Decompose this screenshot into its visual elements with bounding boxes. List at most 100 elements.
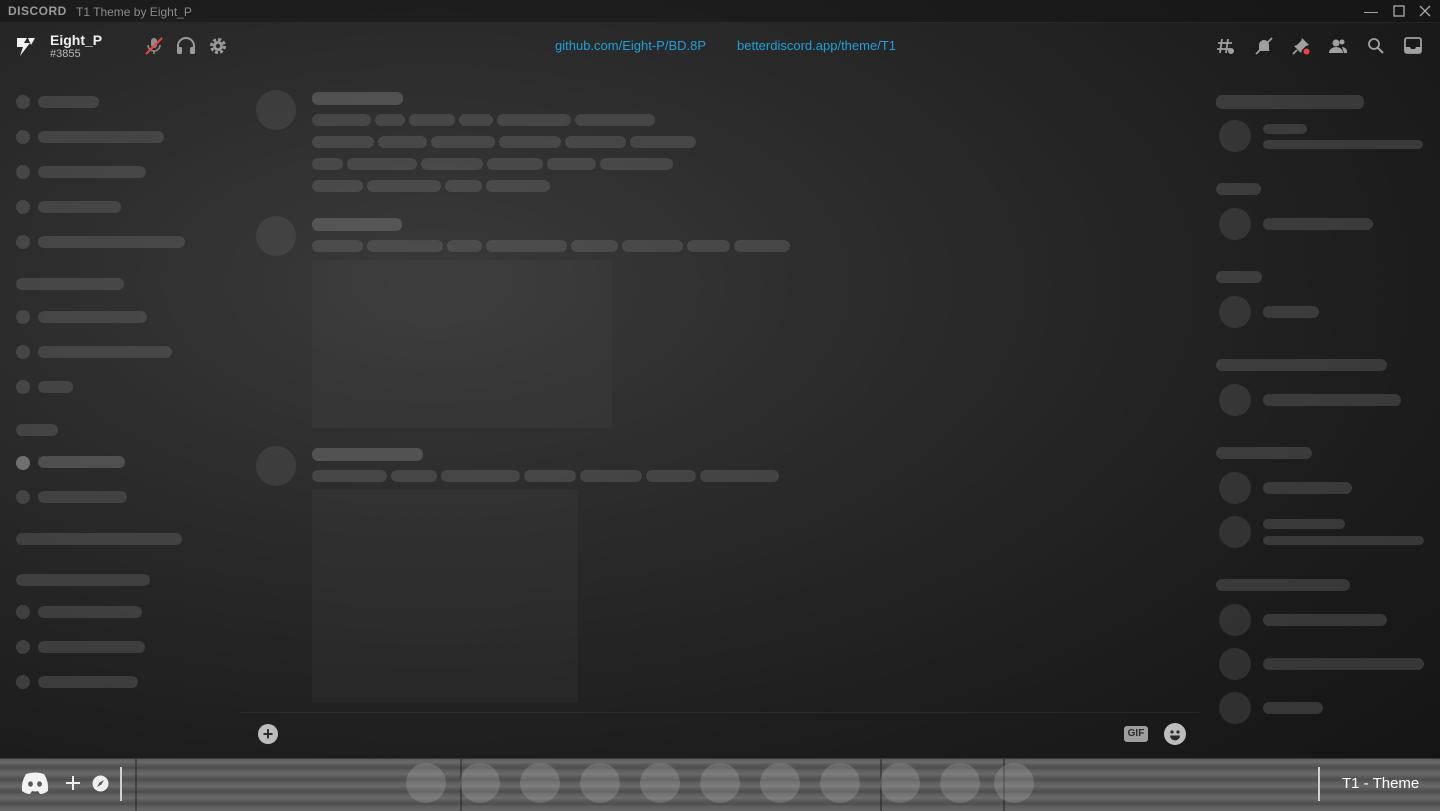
member-avatar[interactable] xyxy=(1219,208,1251,240)
title-bar: DISCORD T1 Theme by Eight_P — xyxy=(0,0,1440,23)
server-icon[interactable] xyxy=(520,763,560,803)
server-icon[interactable] xyxy=(406,763,446,803)
headphones-icon[interactable] xyxy=(175,35,197,57)
guild-separator xyxy=(120,767,122,801)
channel-placeholder[interactable] xyxy=(38,381,73,393)
channel-placeholder[interactable] xyxy=(38,676,138,688)
message-author-placeholder[interactable] xyxy=(312,448,423,461)
member-status-placeholder xyxy=(1263,140,1423,149)
mute-microphone-icon[interactable] xyxy=(143,35,165,57)
server-icon[interactable] xyxy=(700,763,740,803)
message-author-placeholder[interactable] xyxy=(312,92,403,105)
chat-input-divider xyxy=(240,712,1200,713)
channel-placeholder[interactable] xyxy=(38,491,127,503)
member-name-placeholder[interactable] xyxy=(1263,306,1319,318)
channel-icon xyxy=(16,345,30,359)
category-placeholder[interactable] xyxy=(16,574,150,586)
pin-icon[interactable] xyxy=(1291,36,1313,58)
channel-icon xyxy=(16,456,30,470)
server-icon[interactable] xyxy=(760,763,800,803)
channel-placeholder[interactable] xyxy=(38,641,145,653)
server-icon[interactable] xyxy=(580,763,620,803)
member-name-placeholder[interactable] xyxy=(1263,124,1307,134)
member-name-placeholder[interactable] xyxy=(1263,614,1387,626)
gear-icon[interactable] xyxy=(207,35,229,57)
channel-placeholder[interactable] xyxy=(38,166,146,178)
member-name-placeholder[interactable] xyxy=(1263,482,1352,494)
member-name-placeholder[interactable] xyxy=(1263,218,1373,230)
channel-placeholder[interactable] xyxy=(38,96,99,108)
member-avatar[interactable] xyxy=(1219,604,1251,636)
channel-icon xyxy=(16,640,30,654)
server-icon[interactable] xyxy=(460,763,500,803)
message-author-placeholder[interactable] xyxy=(312,218,402,231)
username: Eight_P xyxy=(50,32,103,48)
channel-icon xyxy=(16,490,30,504)
add-attachment-icon[interactable]: + xyxy=(258,724,278,744)
user-avatar[interactable] xyxy=(14,34,38,58)
channel-icon xyxy=(16,235,30,249)
emoji-icon[interactable] xyxy=(1164,723,1186,745)
role-header-placeholder xyxy=(1216,359,1387,371)
member-status-placeholder xyxy=(1263,536,1424,545)
message-avatar[interactable] xyxy=(256,90,296,130)
add-server-icon[interactable] xyxy=(64,774,82,792)
user-discriminator: #3855 xyxy=(50,48,81,60)
image-embed-placeholder[interactable] xyxy=(312,260,612,428)
theme-title: T1 - Theme xyxy=(1342,775,1420,792)
channel-icon xyxy=(16,130,30,144)
server-icon[interactable] xyxy=(880,763,920,803)
inbox-icon[interactable] xyxy=(1403,36,1425,58)
server-icon[interactable] xyxy=(640,763,680,803)
server-icon[interactable] xyxy=(820,763,860,803)
explore-servers-icon[interactable] xyxy=(92,775,109,792)
role-header-placeholder xyxy=(1216,579,1350,591)
server-icon[interactable] xyxy=(940,763,980,803)
member-name-placeholder[interactable] xyxy=(1263,658,1424,670)
gif-button[interactable]: GIF xyxy=(1124,726,1148,742)
maximize-icon[interactable] xyxy=(1390,2,1408,20)
channel-placeholder[interactable] xyxy=(38,201,121,213)
channel-icon xyxy=(16,310,30,324)
image-embed-placeholder[interactable] xyxy=(312,490,578,702)
betterdiscord-link[interactable]: betterdiscord.app/theme/T1 xyxy=(737,38,896,53)
member-avatar[interactable] xyxy=(1219,296,1251,328)
member-avatar[interactable] xyxy=(1219,692,1251,724)
member-avatar[interactable] xyxy=(1219,384,1251,416)
category-placeholder[interactable] xyxy=(16,533,182,545)
close-icon[interactable] xyxy=(1416,2,1434,20)
category-placeholder[interactable] xyxy=(16,424,58,436)
member-avatar[interactable] xyxy=(1219,648,1251,680)
notification-muted-icon[interactable] xyxy=(1254,36,1276,58)
search-icon[interactable] xyxy=(1366,36,1388,58)
window-title: T1 Theme by Eight_P xyxy=(76,5,192,19)
channel-icon xyxy=(16,675,30,689)
member-list-icon[interactable] xyxy=(1328,36,1350,58)
member-avatar[interactable] xyxy=(1219,516,1251,548)
channel-icon xyxy=(16,380,30,394)
member-name-placeholder[interactable] xyxy=(1263,702,1323,714)
channel-placeholder-selected[interactable] xyxy=(38,456,125,468)
channel-placeholder[interactable] xyxy=(38,606,142,618)
channel-icon xyxy=(16,200,30,214)
member-name-placeholder[interactable] xyxy=(1263,519,1345,529)
github-link[interactable]: github.com/Eight-P/BD.8P xyxy=(555,38,706,53)
message-avatar[interactable] xyxy=(256,446,296,486)
minimize-icon[interactable]: — xyxy=(1362,2,1380,20)
member-avatar[interactable] xyxy=(1219,120,1251,152)
discord-home-icon[interactable] xyxy=(20,771,50,795)
channel-placeholder[interactable] xyxy=(38,236,185,248)
role-header-placeholder xyxy=(1216,271,1262,283)
channel-placeholder[interactable] xyxy=(38,346,172,358)
threads-icon[interactable] xyxy=(1216,36,1238,58)
channel-placeholder[interactable] xyxy=(38,311,147,323)
message-avatar[interactable] xyxy=(256,216,296,256)
channel-placeholder[interactable] xyxy=(38,131,164,143)
role-header-placeholder xyxy=(1216,183,1261,195)
category-placeholder[interactable] xyxy=(16,278,124,290)
chat-input-field[interactable] xyxy=(296,716,1116,752)
server-icon[interactable] xyxy=(994,763,1034,803)
channel-icon xyxy=(16,605,30,619)
member-avatar[interactable] xyxy=(1219,472,1251,504)
member-name-placeholder[interactable] xyxy=(1263,394,1401,406)
